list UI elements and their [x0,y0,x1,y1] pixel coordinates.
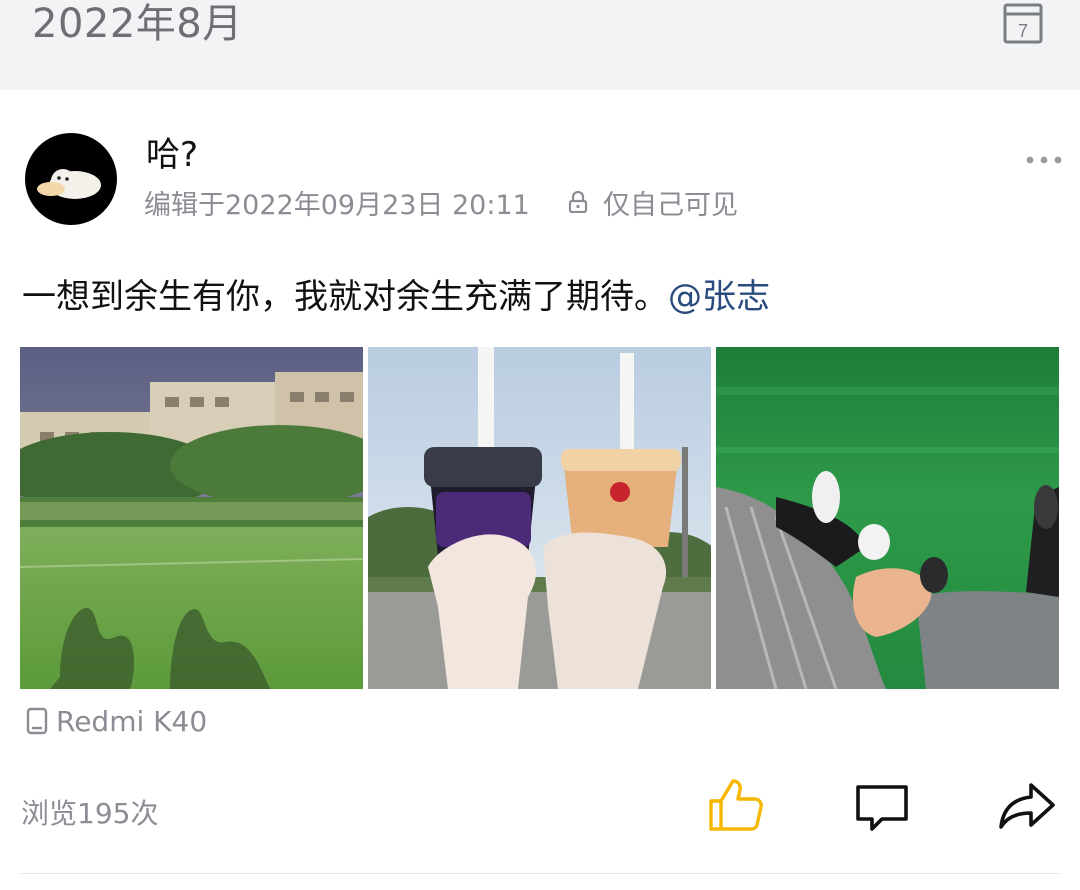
more-icon [1026,156,1062,164]
mention-link[interactable]: @张志 [668,277,770,317]
visibility-label: 仅自己可见 [603,190,739,221]
photo-3[interactable] [716,347,1059,689]
thumbs-up-icon [709,779,763,831]
photo-2[interactable] [368,347,711,689]
calendar-icon: 7 [1003,3,1043,44]
username[interactable]: 哈? [146,134,198,176]
calendar-button[interactable]: 7 [1000,2,1046,44]
like-button[interactable] [705,775,765,835]
device-label: Redmi K40 [26,703,207,741]
calendar-day: 7 [1018,21,1028,41]
photo-1[interactable] [20,347,363,689]
share-icon [999,783,1055,829]
post-text: 一想到余生有你，我就对余生充满了期待。@张志 [22,274,770,320]
post-meta: 编辑于2022年09月23日 20:11 仅自己可见 [144,188,738,225]
lock-icon [568,187,588,223]
month-header: 2022年8月 7 [0,0,1080,90]
edited-time: 编辑于2022年09月23日 20:11 [144,190,530,221]
divider [20,873,1060,874]
device-name: Redmi K40 [56,705,208,738]
post-body: 一想到余生有你，我就对余生充满了期待。 [22,277,668,317]
avatar[interactable] [25,133,117,225]
month-title: 2022年8月 [32,1,243,47]
comment-icon [856,785,908,831]
more-button[interactable] [1024,146,1064,174]
view-count: 浏览195次 [21,797,159,830]
phone-icon [26,707,48,735]
share-button[interactable] [997,775,1057,835]
comment-button[interactable] [852,775,912,835]
